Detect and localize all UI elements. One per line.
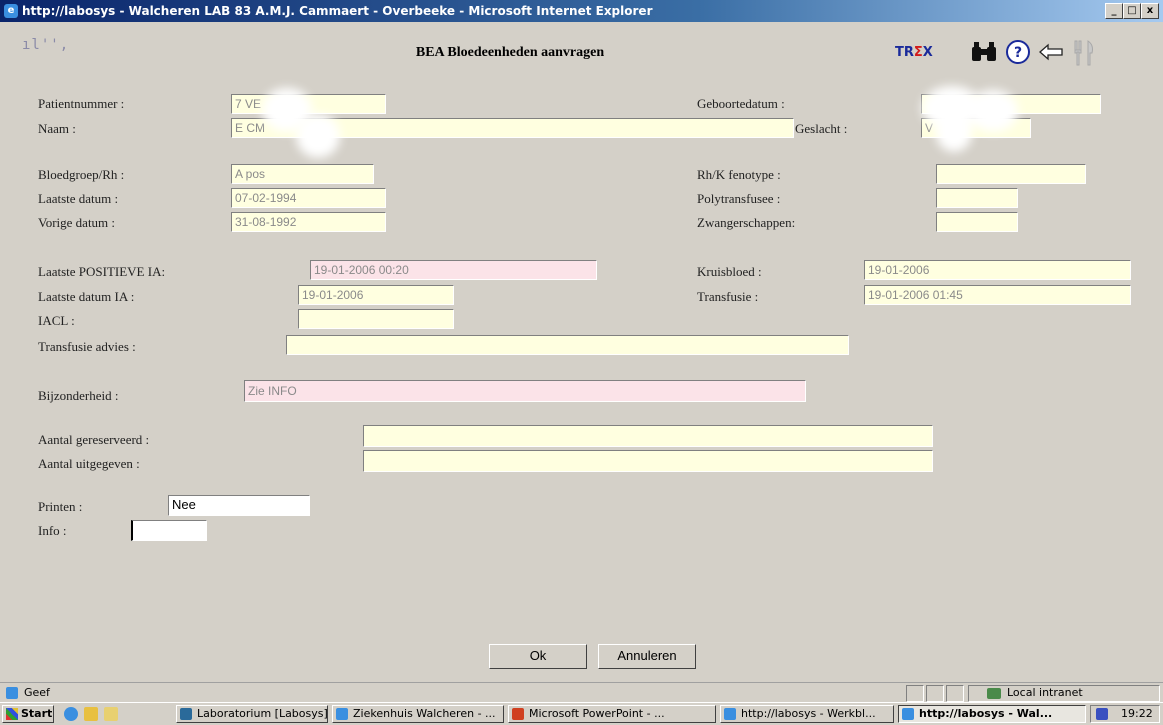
rhk-fenotype-field[interactable] [936,164,1086,184]
close-button[interactable]: x [1141,3,1159,19]
polytransfusee-field[interactable] [936,188,1018,208]
laatste-positieve-ia-label: Laatste POSITIEVE IA: [38,264,166,279]
transfusie-advies-field[interactable] [286,335,849,355]
binoculars-icon[interactable] [970,41,998,63]
status-pane [906,685,924,702]
folder-quicklaunch-icon[interactable] [104,707,118,721]
maximize-button[interactable]: □ [1123,3,1141,19]
info-label: Info : [38,523,67,538]
zwangerschappen-field[interactable] [936,212,1018,232]
intranet-icon [987,688,1001,699]
start-button[interactable]: Start [2,705,54,723]
laatste-datum-label: Laatste datum : [38,191,119,206]
status-pane [926,685,944,702]
trex-logo[interactable]: TRΣX [895,45,933,60]
transfusie-field[interactable]: 19-01-2006 01:45 [864,285,1131,305]
clock: 19:22 [1121,707,1153,720]
naam-label: Naam : [38,121,76,136]
ie-quicklaunch-icon[interactable] [64,707,78,721]
privacy-blur [296,114,340,158]
info-field[interactable] [131,520,207,541]
laatste-datum-ia-label: Laatste datum IA : [38,289,135,304]
back-arrow-icon[interactable] [1038,43,1064,61]
vorige-datum-label: Vorige datum : [38,215,116,230]
patientnummer-label: Patientnummer : [38,96,125,111]
bijzonderheid-field[interactable]: Zie INFO [244,380,806,402]
page-icon [6,687,18,699]
laatste-datum-ia-field[interactable]: 19-01-2006 [298,285,454,305]
app-header: ıl'', BEA Bloedeenheden aanvragen TRΣX ? [10,33,1150,79]
vorige-datum-field[interactable]: 31-08-1992 [231,212,386,232]
privacy-blur [968,90,1018,132]
taskbar: Start Laboratorium [Labosys] Ziekenhuis … [0,702,1163,725]
outlook-quicklaunch-icon[interactable] [84,707,98,721]
status-bar: Geef Local intranet [0,682,1163,703]
taskbar-item-labosys[interactable]: Laboratorium [Labosys] [176,705,328,723]
kruisbloed-label: Kruisbloed : [697,264,762,279]
transfusie-advies-label: Transfusie advies : [38,339,136,354]
taskbar-item-powerpoint[interactable]: Microsoft PowerPoint - ... [508,705,716,723]
svg-text:?: ? [1014,45,1022,61]
geslacht-label: Geslacht : [795,121,848,136]
bloedgroep-label: Bloedgroep/Rh : [38,167,125,182]
minimize-button[interactable]: _ [1105,3,1123,19]
aantal-gereserveerd-field[interactable] [363,425,933,447]
status-pane [946,685,964,702]
privacy-blur [936,114,972,152]
annuleren-button[interactable]: Annuleren [598,644,696,669]
kruisbloed-field[interactable]: 19-01-2006 [864,260,1131,280]
window-title: http://labosys - Walcheren LAB 83 A.M.J.… [22,4,653,18]
aantal-uitgegeven-label: Aantal uitgegeven : [38,456,140,471]
bloedgroep-field[interactable]: A pos [231,164,374,184]
laatste-datum-field[interactable]: 07-02-1994 [231,188,386,208]
window-titlebar: e http://labosys - Walcheren LAB 83 A.M.… [0,0,1163,22]
status-text: Geef [24,686,50,699]
printen-field[interactable]: Nee [168,495,310,516]
zone-label: Local intranet [1007,686,1083,699]
printen-label: Printen : [38,499,83,514]
ok-button[interactable]: Ok [489,644,587,669]
windows-logo-icon [6,708,18,720]
laatste-positieve-ia-field[interactable]: 19-01-2006 00:20 [310,260,597,280]
transfusie-label: Transfusie : [697,289,759,304]
taskbar-item-active-ie[interactable]: http://labosys - Wal... [898,705,1086,723]
geboortedatum-label: Geboortedatum : [697,96,785,111]
page-title: BEA Bloedeenheden aanvragen [415,45,605,60]
ie-icon: e [4,4,18,18]
rhk-fenotype-label: Rh/K fenotype : [697,167,781,182]
taskbar-item-werkblad[interactable]: http://labosys - Werkbl... [720,705,894,723]
fork-knife-icon[interactable] [1072,39,1098,67]
bijzonderheid-label: Bijzonderheid : [38,388,119,403]
iacl-label: IACL : [38,313,75,328]
system-tray: 19:22 [1090,705,1160,723]
polytransfusee-label: Polytransfusee : [697,191,781,206]
iacl-field[interactable] [298,309,454,329]
zone-pane: Local intranet [968,685,1160,702]
help-icon[interactable]: ? [1005,39,1031,65]
tray-icon[interactable] [1096,708,1108,720]
zwangerschappen-label: Zwangerschappen: [697,215,796,230]
aantal-gereserveerd-label: Aantal gereserveerd : [38,432,150,447]
taskbar-item-ziekenhuis[interactable]: Ziekenhuis Walcheren - ... [332,705,504,723]
aantal-uitgegeven-field[interactable] [363,450,933,472]
